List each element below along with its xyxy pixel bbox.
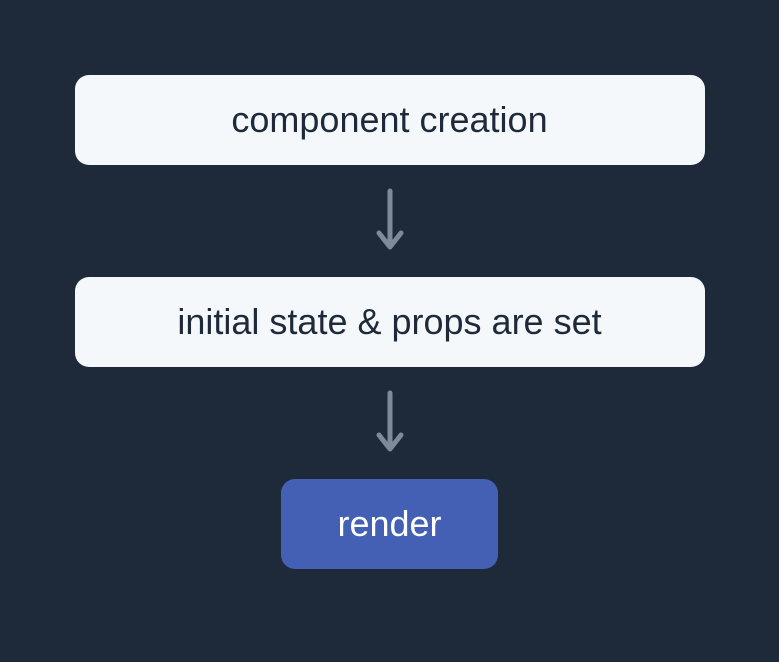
diagram-step-initial-state: initial state & props are set	[75, 277, 705, 367]
diagram-step-label: render	[337, 503, 441, 545]
arrow-down-icon	[372, 387, 408, 459]
arrow-down-icon	[372, 185, 408, 257]
diagram-step-label: initial state & props are set	[177, 301, 601, 343]
diagram-step-component-creation: component creation	[75, 75, 705, 165]
diagram-step-label: component creation	[231, 99, 547, 141]
diagram-step-render: render	[281, 479, 497, 569]
